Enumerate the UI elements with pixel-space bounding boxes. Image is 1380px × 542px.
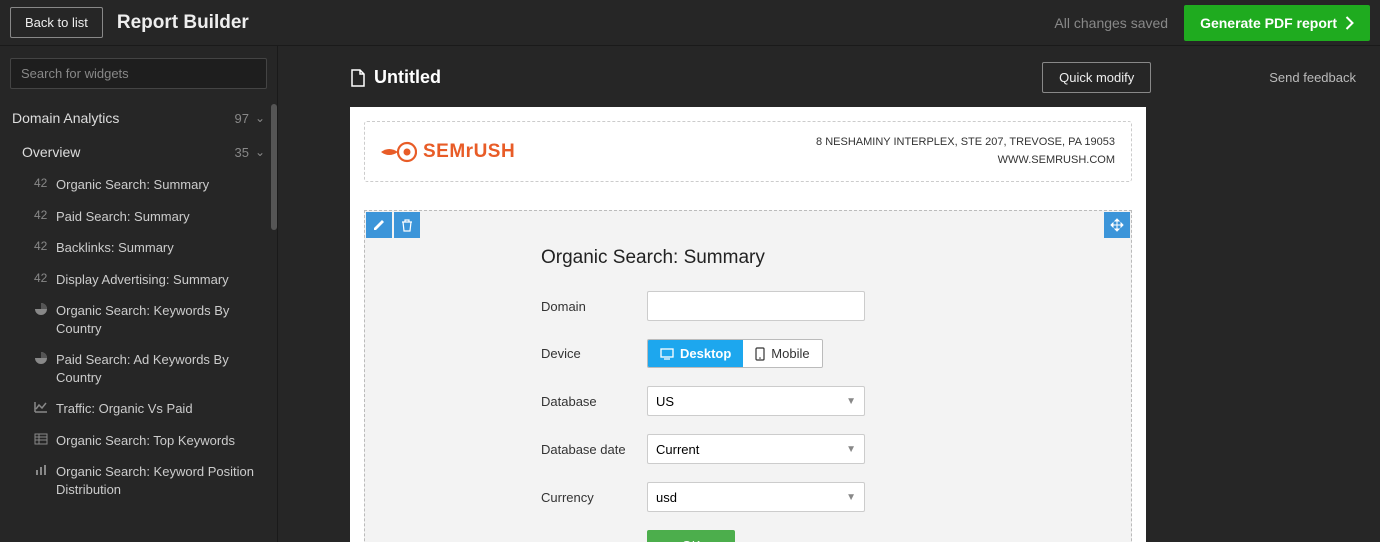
device-desktop-button[interactable]: Desktop bbox=[648, 340, 743, 367]
device-mobile-button[interactable]: Mobile bbox=[743, 340, 821, 367]
currency-label: Currency bbox=[541, 490, 647, 505]
widget-label: Paid Search: Ad Keywords By Country bbox=[56, 351, 267, 386]
brand-name: SEMrUSH bbox=[423, 141, 515, 163]
database-label: Database bbox=[541, 394, 647, 409]
widget-form-title: Organic Search: Summary bbox=[541, 247, 1131, 269]
brand-header[interactable]: SEMrUSH 8 NESHAMINY INTERPLEX, STE 207, … bbox=[364, 121, 1132, 182]
sidebar: Domain Analytics 97 ⌄ Overview 35 ⌄ 42 O… bbox=[0, 46, 278, 542]
device-desktop-label: Desktop bbox=[680, 346, 731, 361]
chevron-down-icon: ⌄ bbox=[255, 145, 265, 159]
widget-label: Backlinks: Summary bbox=[56, 239, 174, 257]
device-label: Device bbox=[541, 346, 647, 361]
line-chart-icon bbox=[34, 400, 56, 414]
move-widget-handle[interactable] bbox=[1104, 212, 1130, 238]
brand-logo: SEMrUSH bbox=[381, 141, 515, 163]
database-select[interactable]: US ▼ bbox=[647, 386, 865, 416]
top-bar: Back to list Report Builder All changes … bbox=[0, 0, 1380, 46]
sidebar-widget-organic-keywords-by-country[interactable]: Organic Search: Keywords By Country bbox=[0, 295, 277, 344]
sidebar-widget-organic-keyword-position-distribution[interactable]: Organic Search: Keyword Position Distrib… bbox=[0, 456, 277, 505]
domain-input[interactable] bbox=[647, 291, 865, 321]
sidebar-category-overview[interactable]: Overview 35 ⌄ bbox=[0, 135, 277, 169]
domain-label: Domain bbox=[541, 299, 647, 314]
database-date-select[interactable]: Current ▼ bbox=[647, 434, 865, 464]
widget-label: Organic Search: Keyword Position Distrib… bbox=[56, 463, 267, 498]
device-toggle: Desktop Mobile bbox=[647, 339, 823, 368]
widget-label: Organic Search: Top Keywords bbox=[56, 432, 235, 450]
scrollbar[interactable] bbox=[271, 104, 277, 230]
app-title: Report Builder bbox=[117, 12, 249, 34]
sidebar-category-domain-analytics[interactable]: Domain Analytics 97 ⌄ bbox=[0, 101, 277, 135]
document-icon bbox=[350, 69, 366, 87]
search-input[interactable] bbox=[10, 58, 267, 89]
brand-info: 8 NESHAMINY INTERPLEX, STE 207, TREVOSE,… bbox=[816, 134, 1115, 169]
device-mobile-label: Mobile bbox=[771, 346, 809, 361]
back-to-list-button[interactable]: Back to list bbox=[10, 7, 103, 38]
brand-address: 8 NESHAMINY INTERPLEX, STE 207, TREVOSE,… bbox=[816, 134, 1115, 152]
sidebar-widget-paid-ad-keywords-by-country[interactable]: Paid Search: Ad Keywords By Country bbox=[0, 344, 277, 393]
caret-down-icon: ▼ bbox=[846, 396, 856, 407]
database-date-label: Database date bbox=[541, 442, 647, 457]
database-date-value: Current bbox=[656, 442, 699, 457]
document-title[interactable]: Untitled bbox=[374, 67, 441, 88]
send-feedback-link[interactable]: Send feedback bbox=[1269, 70, 1356, 85]
quick-modify-button[interactable]: Quick modify bbox=[1042, 62, 1151, 93]
report-page: SEMrUSH 8 NESHAMINY INTERPLEX, STE 207, … bbox=[350, 107, 1146, 542]
generate-pdf-label: Generate PDF report bbox=[1200, 15, 1337, 31]
sidebar-widget-organic-search-summary[interactable]: 42 Organic Search: Summary bbox=[0, 169, 277, 201]
database-value: US bbox=[656, 394, 674, 409]
sidebar-widget-backlinks-summary[interactable]: 42 Backlinks: Summary bbox=[0, 232, 277, 264]
chevron-right-icon bbox=[1345, 16, 1354, 30]
category-count: 97 bbox=[234, 111, 248, 126]
brand-url: WWW.SEMRUSH.COM bbox=[816, 152, 1115, 170]
trash-icon bbox=[400, 218, 414, 232]
widget-label: Organic Search: Summary bbox=[56, 176, 209, 194]
delete-widget-button[interactable] bbox=[394, 212, 420, 238]
pie-chart-icon bbox=[34, 302, 56, 316]
currency-select[interactable]: usd ▼ bbox=[647, 482, 865, 512]
bar-chart-icon bbox=[34, 463, 56, 477]
currency-value: usd bbox=[656, 490, 677, 505]
chevron-down-icon: ⌄ bbox=[255, 111, 265, 125]
widget-badge: 42 bbox=[34, 208, 56, 222]
category-label: Domain Analytics bbox=[12, 110, 119, 126]
pie-chart-icon bbox=[34, 351, 56, 365]
sidebar-widget-display-advertising-summary[interactable]: 42 Display Advertising: Summary bbox=[0, 264, 277, 296]
widget-label: Organic Search: Keywords By Country bbox=[56, 302, 267, 337]
widget-label: Traffic: Organic Vs Paid bbox=[56, 400, 193, 418]
sidebar-widget-organic-top-keywords[interactable]: Organic Search: Top Keywords bbox=[0, 425, 277, 457]
edit-widget-button[interactable] bbox=[366, 212, 392, 238]
content-area: Untitled Quick modify Send feedback SEMr… bbox=[278, 46, 1380, 542]
ok-button[interactable]: OK bbox=[647, 530, 735, 542]
widget-badge: 42 bbox=[34, 271, 56, 285]
sidebar-widget-paid-search-summary[interactable]: 42 Paid Search: Summary bbox=[0, 201, 277, 233]
category-label: Overview bbox=[22, 144, 80, 160]
caret-down-icon: ▼ bbox=[846, 492, 856, 503]
widget-label: Display Advertising: Summary bbox=[56, 271, 229, 289]
save-status: All changes saved bbox=[1054, 15, 1168, 31]
generate-pdf-button[interactable]: Generate PDF report bbox=[1184, 5, 1370, 41]
mobile-icon bbox=[755, 347, 765, 361]
widget-badge: 42 bbox=[34, 176, 56, 190]
category-count: 35 bbox=[234, 145, 248, 160]
widget-block: Organic Search: Summary Domain Device De… bbox=[364, 210, 1132, 542]
desktop-icon bbox=[660, 348, 674, 360]
table-icon bbox=[34, 432, 56, 446]
caret-down-icon: ▼ bbox=[846, 444, 856, 455]
widget-badge: 42 bbox=[34, 239, 56, 253]
pencil-icon bbox=[372, 218, 386, 232]
move-icon bbox=[1110, 218, 1124, 232]
widget-label: Paid Search: Summary bbox=[56, 208, 190, 226]
sidebar-widget-traffic-organic-vs-paid[interactable]: Traffic: Organic Vs Paid bbox=[0, 393, 277, 425]
flame-icon bbox=[381, 141, 417, 163]
